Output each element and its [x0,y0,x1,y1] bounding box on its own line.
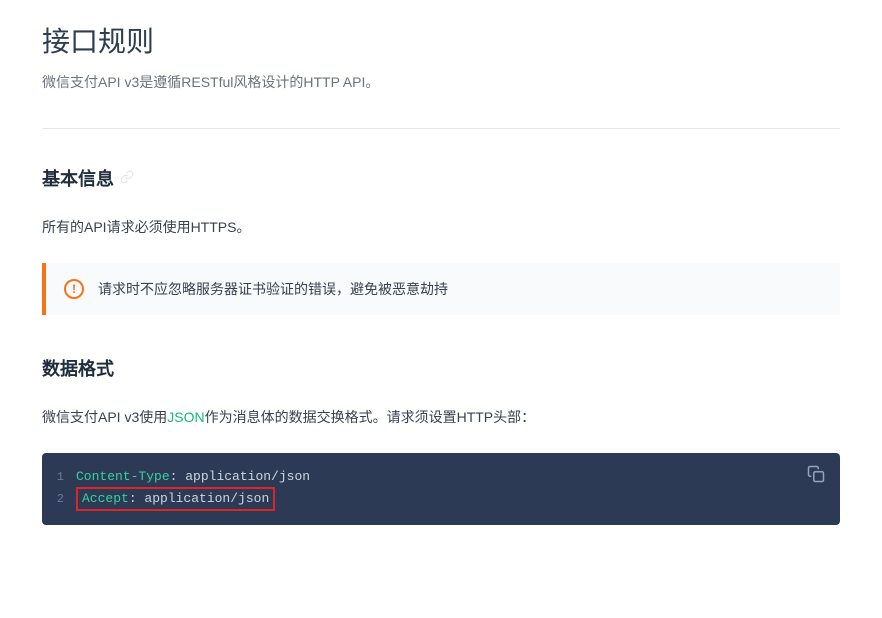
code-block: 1 Content-Type: application/json 2 Accep… [42,453,840,525]
json-link[interactable]: JSON [167,409,204,425]
format-text-after: 作为消息体的数据交换格式。请求须设置HTTP头部： [205,409,536,425]
copy-button[interactable] [806,465,826,485]
highlight-box: Accept: application/json [76,487,275,511]
copy-icon [807,465,825,483]
section-format-heading: 数据格式 [42,355,840,381]
code-line-1: 1 Content-Type: application/json [42,467,840,487]
code-content-2: Accept: application/json [76,487,275,511]
basic-info-text: 所有的API请求必须使用HTTPS。 [42,217,840,237]
line-number: 1 [42,467,76,487]
page-intro: 微信支付API v3是遵循RESTful风格设计的HTTP API。 [42,72,840,92]
format-text-before: 微信支付API v3使用 [42,409,167,425]
warning-callout: ! 请求时不应忽略服务器证书验证的错误，避免被恶意劫持 [42,263,840,315]
format-text: 微信支付API v3使用JSON作为消息体的数据交换格式。请求须设置HTTP头部… [42,407,840,427]
code-content-1: Content-Type: application/json [76,467,310,487]
page-title: 接口规则 [42,20,840,60]
warning-icon: ! [64,279,84,299]
line-number: 2 [42,489,76,509]
section-basic-heading-text: 基本信息 [42,165,114,191]
code-line-2: 2 Accept: application/json [42,487,840,511]
divider [42,128,840,129]
anchor-link-icon[interactable] [120,170,134,187]
warning-text: 请求时不应忽略服务器证书验证的错误，避免被恶意劫持 [98,279,448,299]
section-format-heading-text: 数据格式 [42,355,114,381]
section-basic-heading: 基本信息 [42,165,840,191]
